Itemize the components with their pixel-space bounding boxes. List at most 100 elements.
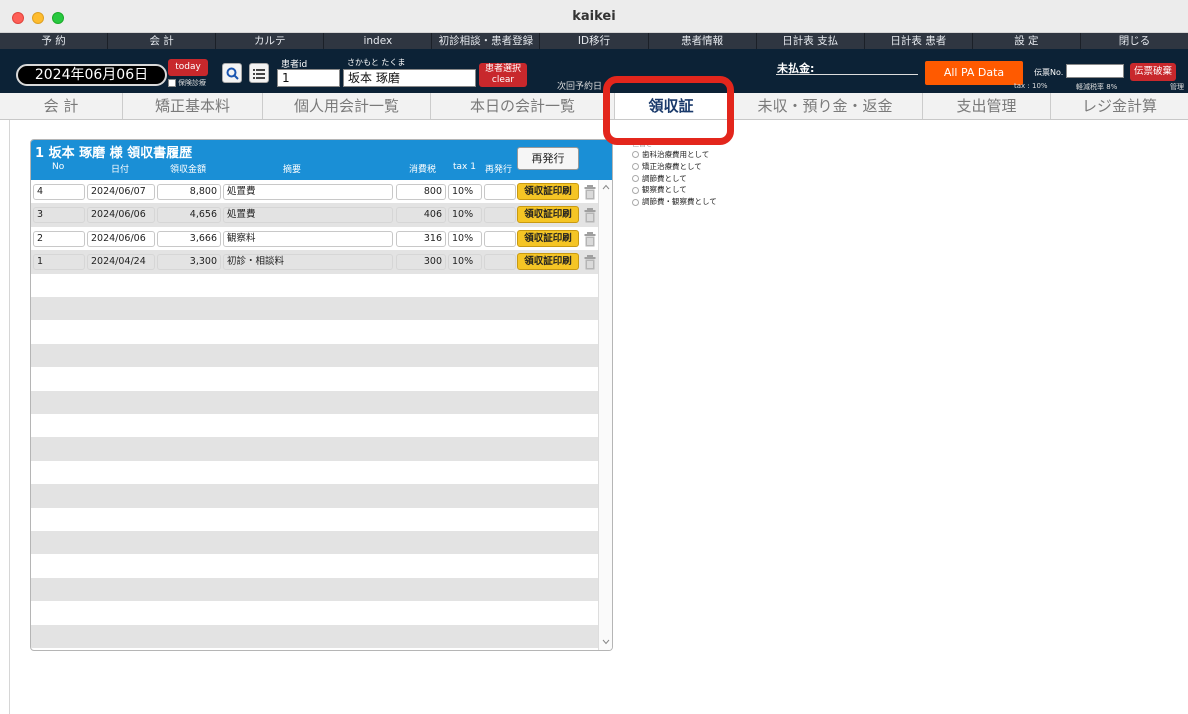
menu-item-chart[interactable]: カルテ bbox=[216, 33, 325, 49]
purpose-option-adjust-observe[interactable]: 調節費・観察費として bbox=[632, 196, 782, 208]
row-amount[interactable]: 8,800 bbox=[157, 184, 221, 200]
purpose-option-adjust[interactable]: 調節費として bbox=[632, 173, 782, 185]
table-row[interactable]: 4 2024/06/07 8,800 処置費 800 10% 領収証印刷 bbox=[31, 180, 598, 204]
empty-row bbox=[31, 320, 598, 344]
radio-button[interactable] bbox=[632, 151, 639, 159]
radio-button[interactable] bbox=[632, 174, 639, 182]
menu-item-patient-info[interactable]: 患者情報 bbox=[649, 33, 757, 49]
radio-button[interactable] bbox=[632, 186, 639, 194]
patient-select-label: 患者選択 bbox=[484, 64, 521, 74]
row-tax-rate[interactable]: 10% bbox=[448, 207, 482, 224]
title-bar: kaikei bbox=[0, 0, 1188, 33]
print-receipt-button[interactable]: 領収証印刷 bbox=[517, 206, 579, 224]
print-receipt-button[interactable]: 領収証印刷 bbox=[517, 229, 579, 247]
row-date[interactable]: 2024/06/06 bbox=[87, 230, 155, 247]
menu-item-settings[interactable]: 設 定 bbox=[973, 33, 1081, 49]
row-reissue-field[interactable] bbox=[484, 254, 516, 271]
tab-uncollected[interactable]: 未収・預り金・返金 bbox=[728, 93, 923, 119]
purpose-option-label: 歯科治療費用として bbox=[642, 150, 710, 159]
empty-row bbox=[31, 414, 598, 438]
row-reissue-field[interactable] bbox=[484, 184, 516, 200]
receipt-panel-title: 1 坂本 琢磨 様 領収書履歴 bbox=[35, 146, 193, 161]
radio-button[interactable] bbox=[632, 198, 639, 206]
table-row[interactable]: 3 2024/06/06 4,656 処置費 406 10% 領収証印刷 bbox=[31, 203, 598, 227]
chevron-up-icon[interactable] bbox=[602, 184, 610, 190]
row-tax-rate[interactable]: 10% bbox=[448, 184, 482, 200]
trash-icon[interactable] bbox=[584, 254, 596, 270]
row-no[interactable]: 4 bbox=[33, 184, 85, 200]
row-tax-rate[interactable]: 10% bbox=[448, 230, 482, 247]
menu-item-reservation[interactable]: 予 約 bbox=[0, 33, 109, 49]
row-no[interactable]: 3 bbox=[33, 207, 85, 224]
row-summary[interactable]: 処置費 bbox=[223, 207, 393, 224]
tab-ortho-base-fee[interactable]: 矯正基本料 bbox=[123, 93, 263, 119]
row-no[interactable]: 1 bbox=[33, 254, 85, 271]
insurance-label: 保険診療 bbox=[178, 79, 206, 87]
menu-item-daily-payment[interactable]: 日計表 支払 bbox=[757, 33, 865, 49]
search-button[interactable] bbox=[222, 63, 242, 83]
table-row[interactable]: 2 2024/06/06 3,666 観察料 316 10% 領収証印刷 bbox=[31, 226, 598, 251]
row-summary[interactable]: 観察料 bbox=[223, 230, 393, 247]
tab-today-accounts[interactable]: 本日の会計一覧 bbox=[431, 93, 615, 119]
table-row[interactable]: 1 2024/04/24 3,300 初診・相談料 300 10% 領収証印刷 bbox=[31, 250, 598, 274]
insurance-checkbox[interactable] bbox=[168, 79, 176, 87]
receipt-panel-header: 1 坂本 琢磨 様 領収書履歴 再発行 No 日付 領収金額 摘要 消費税 ta… bbox=[31, 140, 612, 180]
window-title: kaikei bbox=[572, 9, 616, 24]
row-amount[interactable]: 4,656 bbox=[157, 207, 221, 224]
unpaid-underline bbox=[776, 74, 918, 75]
column-header-date: 日付 bbox=[111, 165, 130, 175]
tab-expense[interactable]: 支出管理 bbox=[923, 93, 1051, 119]
today-button[interactable]: today bbox=[168, 59, 208, 76]
purpose-option-ortho[interactable]: 矯正治療費として bbox=[632, 161, 782, 173]
voucher-discard-button[interactable]: 伝票破棄 bbox=[1130, 63, 1176, 81]
row-summary[interactable]: 初診・相談料 bbox=[223, 254, 393, 271]
chevron-down-icon[interactable] bbox=[602, 639, 610, 645]
row-summary[interactable]: 処置費 bbox=[223, 184, 393, 200]
row-tax-rate[interactable]: 10% bbox=[448, 254, 482, 271]
all-pa-data-button[interactable]: All PA Data bbox=[925, 61, 1023, 85]
date-display[interactable]: 2024年06月06日 bbox=[16, 64, 167, 86]
row-tax[interactable]: 406 bbox=[396, 207, 446, 224]
purpose-option-observe[interactable]: 観察費として bbox=[632, 184, 782, 196]
tab-personal-accounts[interactable]: 個人用会計一覧 bbox=[263, 93, 431, 119]
print-receipt-button[interactable]: 領収証印刷 bbox=[517, 253, 579, 271]
reissue-button[interactable]: 再発行 bbox=[517, 147, 579, 170]
voucher-no-input[interactable] bbox=[1066, 64, 1124, 78]
row-reissue-field[interactable] bbox=[484, 230, 516, 247]
row-amount[interactable]: 3,300 bbox=[157, 254, 221, 271]
receipt-scrollbar[interactable] bbox=[598, 180, 612, 650]
row-tax[interactable]: 800 bbox=[396, 184, 446, 200]
row-date[interactable]: 2024/06/07 bbox=[87, 184, 155, 200]
row-date[interactable]: 2024/04/24 bbox=[87, 254, 155, 271]
row-tax[interactable]: 316 bbox=[396, 230, 446, 247]
menu-item-close[interactable]: 閉じる bbox=[1081, 33, 1188, 49]
menu-item-daily-patient[interactable]: 日計表 患者 bbox=[865, 33, 973, 49]
row-no[interactable]: 2 bbox=[33, 230, 85, 247]
voucher-no-label: 伝票No. bbox=[1034, 68, 1064, 77]
row-date[interactable]: 2024/06/06 bbox=[87, 207, 155, 224]
trash-icon[interactable] bbox=[584, 231, 596, 247]
list-button[interactable] bbox=[249, 63, 269, 83]
menu-item-id-migrate[interactable]: ID移行 bbox=[540, 33, 649, 49]
column-header-amount: 領収金額 bbox=[170, 165, 207, 175]
row-amount[interactable]: 3,666 bbox=[157, 230, 221, 247]
insurance-checkbox-group[interactable]: 保険診療 bbox=[168, 78, 206, 88]
patient-id-input[interactable]: 1 bbox=[277, 69, 340, 87]
row-reissue-field[interactable] bbox=[484, 207, 516, 224]
tab-register-calc[interactable]: レジ金計算 bbox=[1051, 93, 1188, 119]
trash-icon[interactable] bbox=[584, 184, 596, 200]
patient-select-clear-button[interactable]: 患者選択 clear bbox=[479, 63, 527, 87]
admin-label[interactable]: 管理 bbox=[1170, 82, 1184, 92]
menu-item-first-consult[interactable]: 初診相談・患者登録 bbox=[432, 33, 541, 49]
menu-item-accounting[interactable]: 会 計 bbox=[108, 33, 217, 49]
menu-item-index[interactable]: index bbox=[324, 33, 433, 49]
tab-accounting[interactable]: 会 計 bbox=[0, 93, 123, 119]
patient-name-input[interactable]: 坂本 琢磨 bbox=[343, 69, 476, 87]
empty-row bbox=[31, 601, 598, 625]
trash-icon[interactable] bbox=[584, 207, 596, 223]
column-header-summary: 摘要 bbox=[283, 165, 302, 175]
print-receipt-button[interactable]: 領収証印刷 bbox=[517, 183, 579, 200]
radio-button[interactable] bbox=[632, 163, 639, 171]
row-tax[interactable]: 300 bbox=[396, 254, 446, 271]
purpose-option-dental[interactable]: 歯科治療費用として bbox=[632, 149, 782, 161]
